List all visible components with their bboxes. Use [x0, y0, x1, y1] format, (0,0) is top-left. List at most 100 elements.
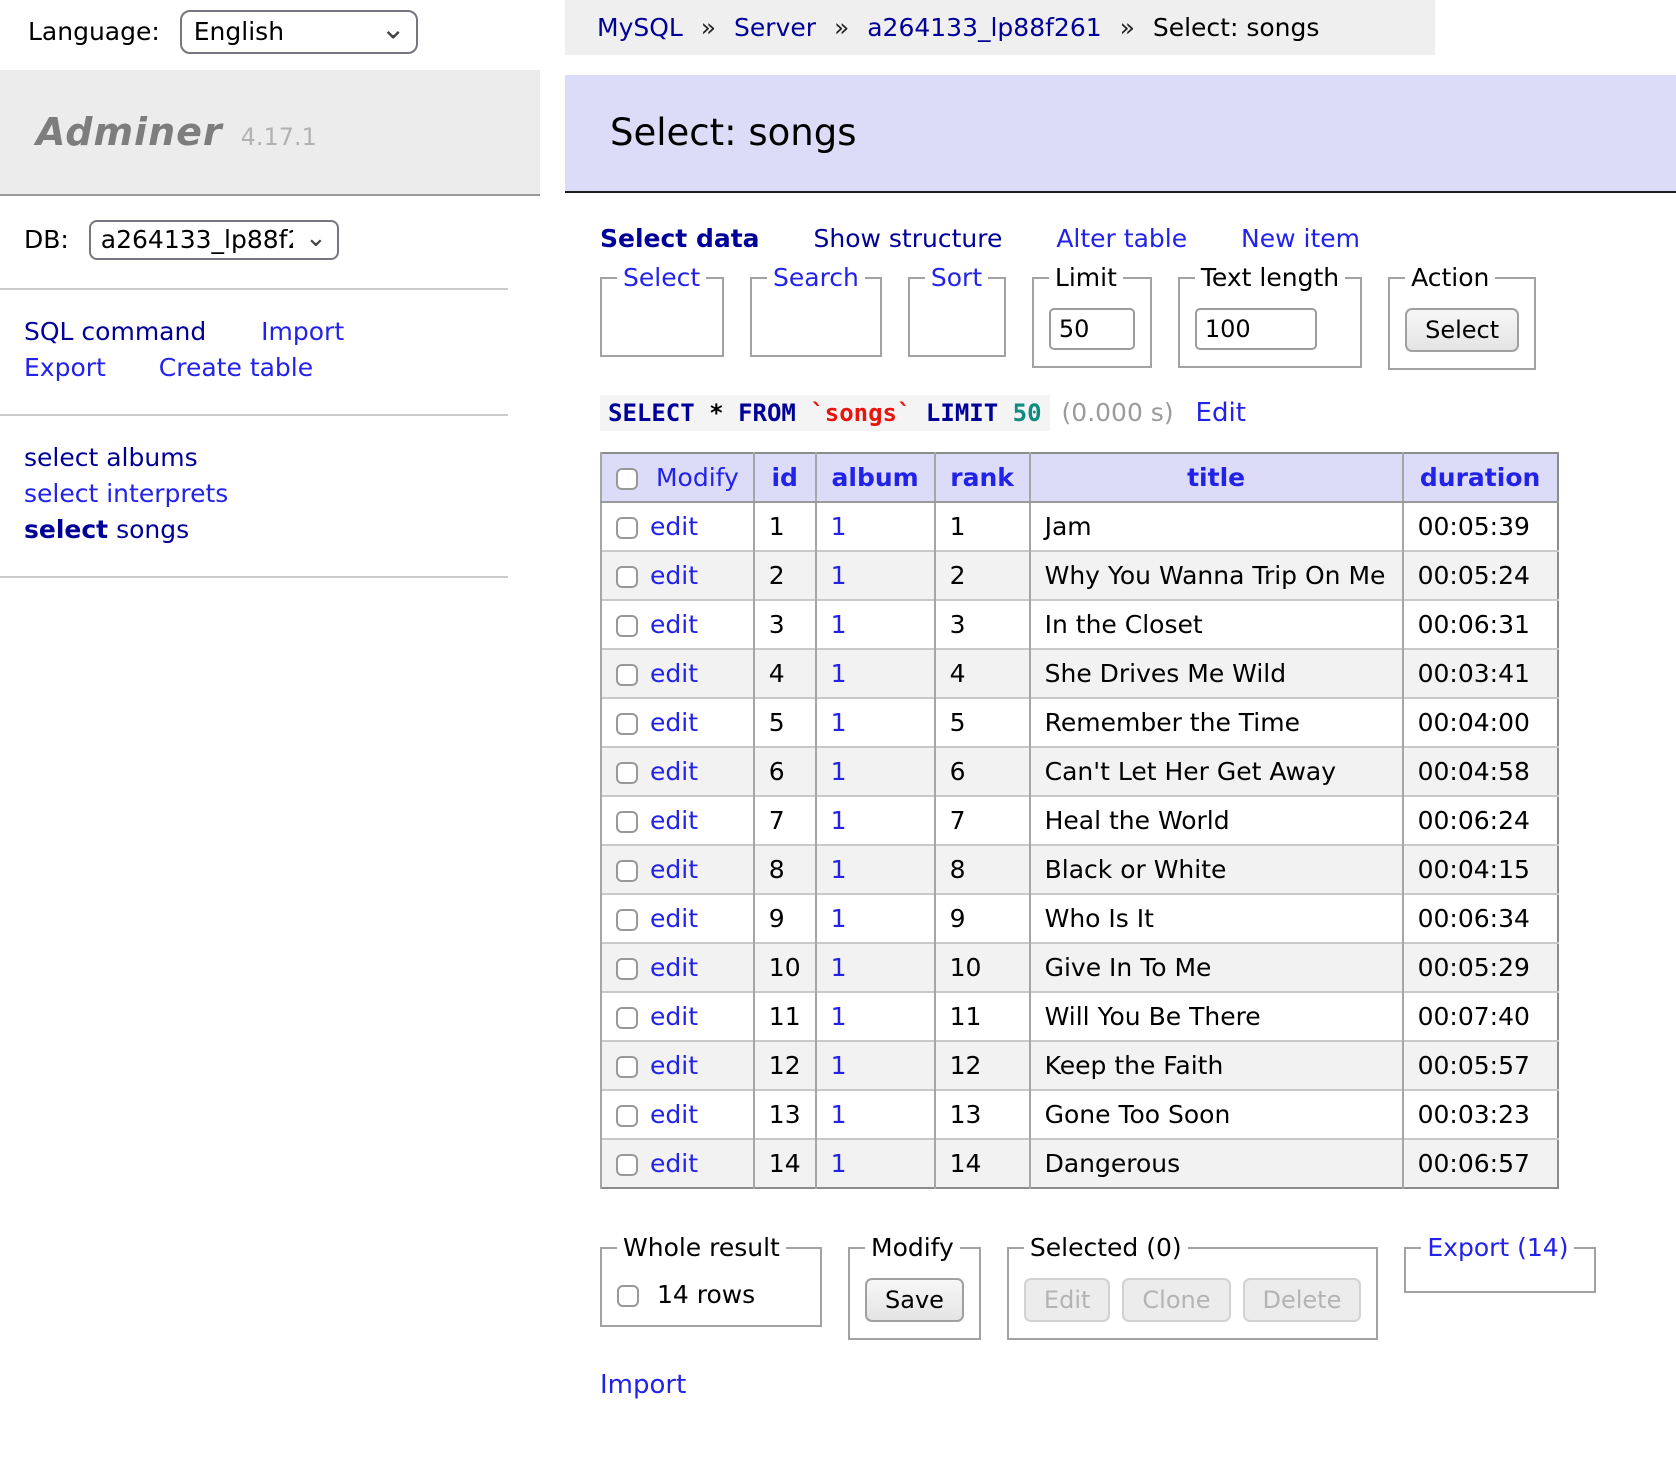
modify-cell: edit: [601, 600, 754, 649]
select-submit-button[interactable]: Select: [1405, 308, 1519, 352]
app-version: 4.17.1: [241, 123, 317, 151]
album-link[interactable]: 1: [831, 708, 847, 737]
sort-by-rank-link[interactable]: rank: [950, 463, 1014, 492]
breadcrumb-mysql-link[interactable]: MySQL: [597, 13, 683, 42]
album-link[interactable]: 1: [831, 806, 847, 835]
row-edit-link[interactable]: edit: [650, 855, 698, 884]
select-albums-link[interactable]: select: [24, 443, 98, 472]
tab-new-item[interactable]: New item: [1241, 224, 1360, 253]
modify-header-link[interactable]: Modify: [656, 463, 739, 492]
sort-by-album-link[interactable]: album: [832, 463, 919, 492]
album-link[interactable]: 1: [831, 512, 847, 541]
row-edit-link[interactable]: edit: [650, 904, 698, 933]
row-checkbox[interactable]: [616, 664, 638, 686]
row-edit-link[interactable]: edit: [650, 561, 698, 590]
row-checkbox[interactable]: [616, 1056, 638, 1078]
duration-cell: 00:03:23: [1403, 1090, 1558, 1139]
row-edit-link[interactable]: edit: [650, 806, 698, 835]
text-length-input[interactable]: [1195, 308, 1317, 350]
sidebar-link-sql-command[interactable]: SQL command: [24, 317, 206, 346]
rank-cell: 14: [935, 1139, 1030, 1188]
select-songs-link[interactable]: select: [24, 515, 108, 544]
rank-cell: 7: [935, 796, 1030, 845]
modify-fieldset: Modify Save: [848, 1233, 981, 1340]
album-link[interactable]: 1: [831, 610, 847, 639]
limit-input[interactable]: [1049, 308, 1135, 350]
selected-legend: Selected (0): [1024, 1233, 1188, 1262]
language-select[interactable]: English: [180, 10, 418, 54]
select-all-checkbox[interactable]: [616, 468, 638, 490]
tab-select-data[interactable]: Select data: [600, 224, 760, 253]
row-edit-link[interactable]: edit: [650, 512, 698, 541]
album-link[interactable]: 1: [831, 1149, 847, 1178]
sidebar-item-songs: select songs: [24, 512, 484, 548]
tab-alter-table[interactable]: Alter table: [1056, 224, 1187, 253]
row-checkbox[interactable]: [616, 1154, 638, 1176]
row-checkbox[interactable]: [616, 860, 638, 882]
row-edit-link[interactable]: edit: [650, 953, 698, 982]
all-rows-checkbox[interactable]: [617, 1285, 639, 1307]
row-checkbox[interactable]: [616, 566, 638, 588]
songs-table-link[interactable]: songs: [116, 515, 189, 544]
select-fieldset: Select: [600, 263, 724, 357]
select-columns-toggle[interactable]: Select: [623, 263, 700, 292]
album-cell: 1: [816, 992, 935, 1041]
row-edit-link[interactable]: edit: [650, 610, 698, 639]
album-cell: 1: [816, 943, 935, 992]
row-checkbox[interactable]: [616, 615, 638, 637]
albums-table-link[interactable]: albums: [106, 443, 197, 472]
row-checkbox[interactable]: [616, 517, 638, 539]
breadcrumb-server-link[interactable]: Server: [734, 13, 816, 42]
row-edit-link[interactable]: edit: [650, 1002, 698, 1031]
language-bar: Language: English ⌄: [28, 10, 418, 54]
save-button[interactable]: Save: [865, 1278, 964, 1322]
sort-toggle[interactable]: Sort: [931, 263, 982, 292]
import-link[interactable]: Import: [600, 1370, 686, 1400]
sidebar-link-import[interactable]: Import: [261, 317, 344, 346]
app-name: Adminer: [36, 110, 223, 154]
title-cell: Keep the Faith: [1030, 1041, 1403, 1090]
album-link[interactable]: 1: [831, 1002, 847, 1031]
modify-cell: edit: [601, 1090, 754, 1139]
album-link[interactable]: 1: [831, 1051, 847, 1080]
row-edit-link[interactable]: edit: [650, 757, 698, 786]
row-checkbox[interactable]: [616, 1105, 638, 1127]
id-cell: 4: [754, 649, 816, 698]
sort-by-id-link[interactable]: id: [771, 463, 797, 492]
row-edit-link[interactable]: edit: [650, 1149, 698, 1178]
row-edit-link[interactable]: edit: [650, 708, 698, 737]
tab-show-structure[interactable]: Show structure: [814, 224, 1003, 253]
row-checkbox[interactable]: [616, 713, 638, 735]
header-row: Modify id album rank title duration: [601, 453, 1558, 502]
row-checkbox[interactable]: [616, 762, 638, 784]
breadcrumb-database-link[interactable]: a264133_lp88f261: [867, 13, 1101, 42]
export-toggle-link[interactable]: Export (14): [1427, 1233, 1568, 1262]
album-link[interactable]: 1: [831, 1100, 847, 1129]
sort-by-title-link[interactable]: title: [1187, 463, 1245, 492]
search-toggle[interactable]: Search: [773, 263, 859, 292]
album-link[interactable]: 1: [831, 561, 847, 590]
album-link[interactable]: 1: [831, 855, 847, 884]
select-interprets-link[interactable]: select: [24, 479, 98, 508]
column-header-id: id: [754, 453, 816, 502]
db-select[interactable]: a264133_lp88f261: [89, 220, 339, 260]
interprets-table-link[interactable]: interprets: [106, 479, 228, 508]
sort-by-duration-link[interactable]: duration: [1420, 463, 1540, 492]
row-checkbox[interactable]: [616, 811, 638, 833]
row-edit-link[interactable]: edit: [650, 1051, 698, 1080]
title-cell: Jam: [1030, 502, 1403, 551]
edit-query-link[interactable]: Edit: [1196, 398, 1246, 428]
sidebar-link-create-table[interactable]: Create table: [159, 353, 313, 382]
row-edit-link[interactable]: edit: [650, 659, 698, 688]
row-checkbox[interactable]: [616, 909, 638, 931]
modify-cell: edit: [601, 894, 754, 943]
row-checkbox[interactable]: [616, 958, 638, 980]
album-link[interactable]: 1: [831, 953, 847, 982]
id-cell: 8: [754, 845, 816, 894]
sidebar-link-export[interactable]: Export: [24, 353, 106, 382]
row-checkbox[interactable]: [616, 1007, 638, 1029]
row-edit-link[interactable]: edit: [650, 1100, 698, 1129]
album-link[interactable]: 1: [831, 904, 847, 933]
album-link[interactable]: 1: [831, 659, 847, 688]
album-link[interactable]: 1: [831, 757, 847, 786]
